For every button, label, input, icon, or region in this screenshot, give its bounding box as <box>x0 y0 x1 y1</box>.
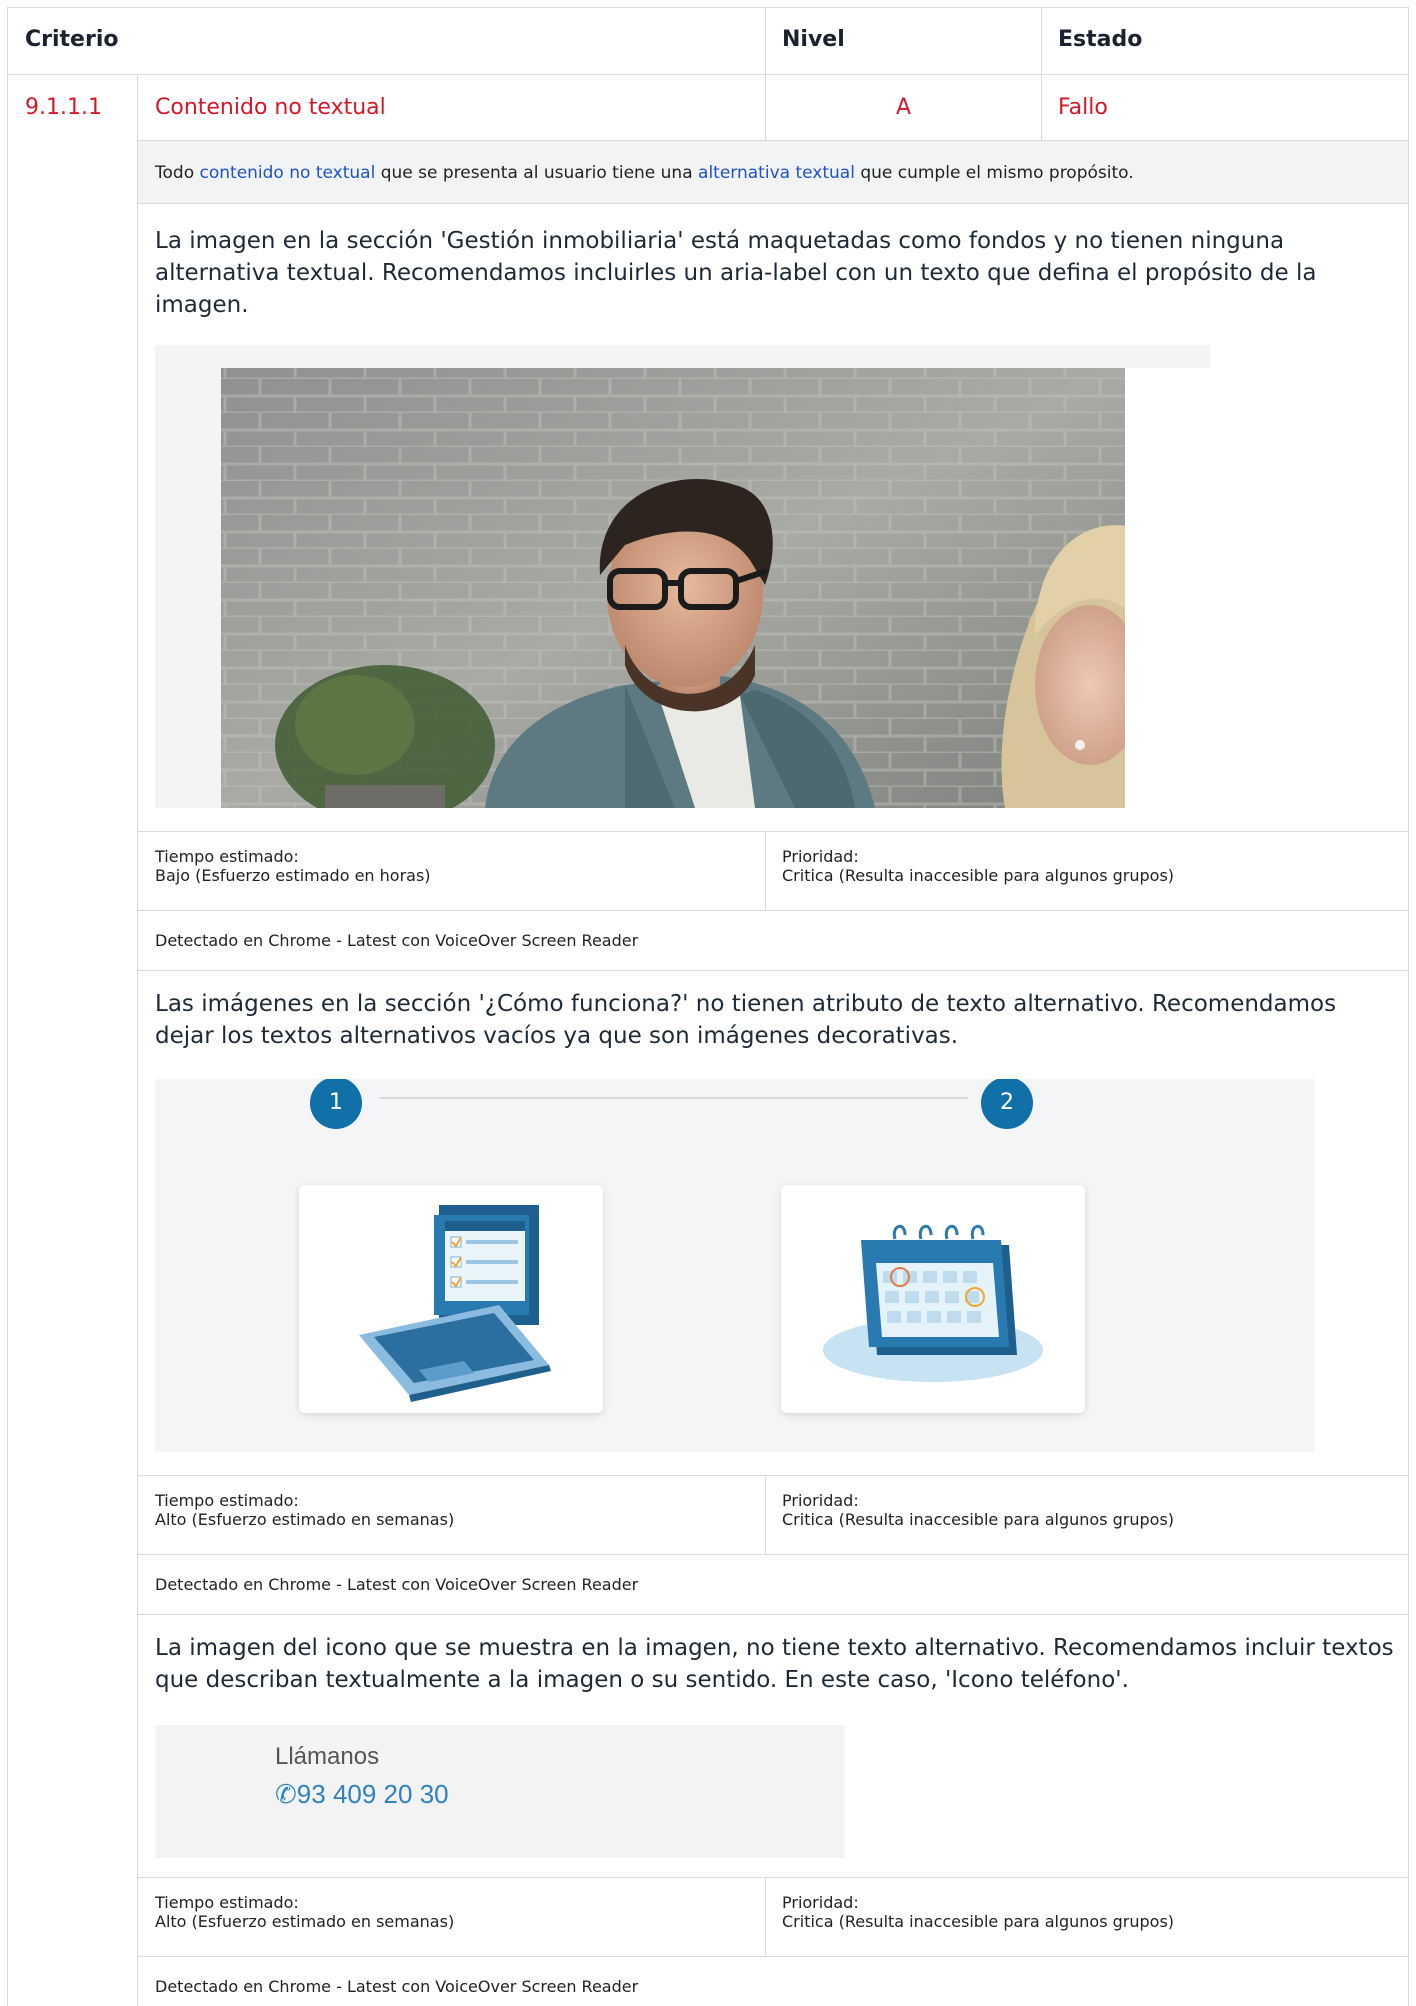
step-connector-line <box>380 1097 968 1099</box>
criterion-name[interactable]: Contenido no textual <box>155 95 386 120</box>
issue-2-detected: Detectado en Chrome - Latest con VoiceOv… <box>155 1575 639 1594</box>
header-nivel: Nivel <box>782 27 845 52</box>
definition-text: Todo contenido no textual que se present… <box>155 164 1134 183</box>
issue-1-prioridad-label: Prioridad: <box>782 847 859 866</box>
issue-1-screenshot <box>155 345 1210 808</box>
criterion-id[interactable]: 9.1.1.1 <box>25 95 102 120</box>
issue-3-prioridad-value: Critica (Resulta inaccesible para alguno… <box>782 1912 1175 1931</box>
definition-suffix: que cumple el mismo propósito. <box>854 163 1134 183</box>
issue-2-description: Las imágenes en la sección '¿Cómo funcio… <box>155 991 1337 1049</box>
definition-middle: que se presenta al usuario tiene una <box>375 163 699 183</box>
issue-2-prioridad-value: Critica (Resulta inaccesible para alguno… <box>782 1510 1175 1529</box>
issue-3-description: La imagen del icono que se muestra en la… <box>155 1635 1394 1693</box>
step-1-badge: 1 <box>310 1079 362 1129</box>
criterion-level: A <box>895 95 912 120</box>
call-label: Llámanos <box>275 1743 380 1770</box>
link-alternativa-textual[interactable]: alternativa textual <box>698 163 855 183</box>
definition-prefix: Todo <box>155 163 200 183</box>
step-2-badge: 2 <box>981 1079 1033 1129</box>
issue-3-detected: Detectado en Chrome - Latest con VoiceOv… <box>155 1977 639 1996</box>
calendar-icon <box>823 1224 1043 1382</box>
issue-1-description: La imagen en la sección 'Gestión inmobil… <box>155 228 1317 318</box>
issue-1-tiempo-label: Tiempo estimado: <box>155 847 299 866</box>
link-contenido-no-textual[interactable]: contenido no textual <box>200 163 376 183</box>
issue-2-prioridad-label: Prioridad: <box>782 1491 859 1510</box>
header-criterio: Criterio <box>25 27 119 52</box>
phone-number: 93 409 20 30 <box>296 1779 449 1809</box>
issue-1-tiempo-value: Bajo (Esfuerzo estimado en horas) <box>155 866 431 885</box>
phone-icon: ✆ <box>275 1779 297 1809</box>
issue-1-prioridad-value: Critica (Resulta inaccesible para alguno… <box>782 866 1175 885</box>
issue-3-tiempo-label: Tiempo estimado: <box>155 1893 299 1912</box>
office-photo <box>221 368 1210 808</box>
card-laptop <box>299 1185 603 1413</box>
phone-row: ✆93 409 20 30 <box>275 1779 449 1810</box>
issue-3-prioridad-label: Prioridad: <box>782 1893 859 1912</box>
issue-2-tiempo-label: Tiempo estimado: <box>155 1491 299 1510</box>
issue-2-tiempo-value: Alto (Esfuerzo estimado en semanas) <box>155 1510 455 1529</box>
issue-3-tiempo-value: Alto (Esfuerzo estimado en semanas) <box>155 1912 455 1931</box>
criterion-status: Fallo <box>1058 95 1108 120</box>
issue-1-detected: Detectado en Chrome - Latest con VoiceOv… <box>155 931 639 950</box>
header-estado: Estado <box>1058 27 1143 52</box>
card-calendar <box>781 1185 1085 1413</box>
issue-3-screenshot: Llámanos ✆93 409 20 30 <box>155 1725 845 1858</box>
issue-2-screenshot: 1 2 <box>155 1079 1315 1452</box>
table-header <box>8 8 1408 74</box>
laptop-checklist-icon <box>359 1205 551 1402</box>
